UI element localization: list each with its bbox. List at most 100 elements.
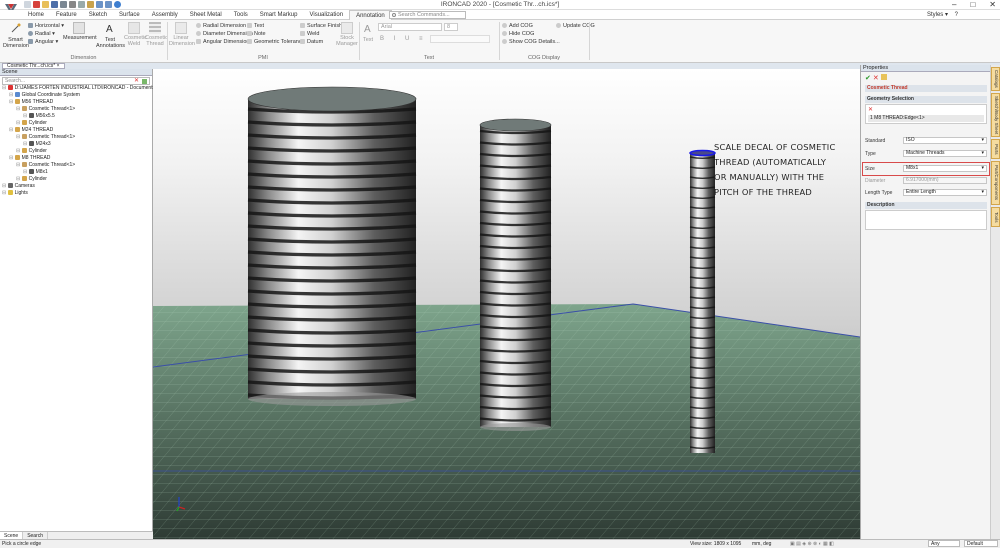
expand-toggle-icon[interactable]: ⊟ [2, 183, 8, 189]
size-select[interactable]: M8x1 ▾ [903, 165, 987, 172]
angular-dim-pmi-button[interactable]: Angular Dimension [196, 39, 249, 45]
expand-toggle-icon[interactable]: ⊟ [9, 127, 15, 133]
tab-feature[interactable]: Feature [50, 10, 83, 20]
tab-smart-markup[interactable]: Smart Markup [254, 10, 304, 20]
weld-button[interactable]: Weld [300, 31, 319, 37]
tree-node[interactable]: ⊟ Global Coordinate System [0, 92, 153, 99]
expand-toggle-icon[interactable]: ⊟ [16, 120, 22, 126]
style-select[interactable]: Default [964, 540, 998, 547]
tree-node[interactable]: ⊟ Cylinder [0, 148, 153, 155]
expand-toggle-icon[interactable]: ⊟ [16, 134, 22, 140]
tree-node[interactable]: ⊟ Cylinder [0, 120, 153, 127]
tab-scene[interactable]: Scene [0, 532, 24, 539]
tab-surface[interactable]: Surface [113, 10, 146, 20]
linear-dimension-button[interactable]: Linear Dimension [169, 22, 195, 47]
tab-sketch-body[interactable]: Sketch/Body Sheet [991, 93, 1000, 137]
ok-check-icon[interactable]: ✔ [865, 75, 871, 82]
cylinder-m56[interactable] [247, 86, 417, 406]
close-icon[interactable]: ✕ [989, 0, 996, 9]
font-select[interactable]: Arial [378, 23, 442, 31]
minimize-icon[interactable]: – [952, 0, 956, 9]
horizontal-dimension-button[interactable]: Horizontal ▾ [28, 23, 64, 29]
clear-search-icon[interactable]: ✕ [134, 78, 139, 84]
cosmetic-thread-button[interactable]: Cosmetic Thread [145, 22, 168, 47]
text-annotations-button[interactable]: A Text Annotations [96, 22, 125, 49]
pin-icon[interactable] [880, 74, 887, 80]
tab-parts[interactable]: Parts [991, 139, 1000, 159]
filter-icon[interactable] [142, 79, 147, 84]
expand-toggle-icon[interactable]: ⊟ [16, 162, 22, 168]
text-style-select[interactable] [430, 35, 490, 43]
pmi-note-button[interactable]: Note [247, 31, 266, 37]
hide-cog-button[interactable]: Hide COG [502, 31, 534, 37]
tab-search[interactable]: Search [23, 532, 49, 539]
tab-tools[interactable]: Tools [228, 10, 254, 20]
tree-node[interactable]: ⊟ M8 THREAD [0, 155, 153, 162]
remove-selection-icon[interactable]: ✕ [868, 106, 873, 113]
expand-toggle-icon[interactable]: ⊟ [23, 113, 29, 119]
smart-dimension-button[interactable]: Smart Dimension [3, 22, 29, 49]
expand-toggle-icon[interactable]: ⊟ [16, 176, 22, 182]
geometry-selection-list[interactable]: ✕ 1 M8 THREAD:Edge<1> [865, 104, 987, 124]
tab-visualization[interactable]: Visualization [303, 10, 349, 20]
radial-dim-pmi-button[interactable]: Radial Dimension [196, 23, 246, 29]
length-type-select[interactable]: Entire Length ▾ [903, 189, 987, 196]
selection-filter-select[interactable]: Any [928, 540, 960, 547]
tab-sketch[interactable]: Sketch [83, 10, 113, 20]
stock-manager-button[interactable]: Stock Manager [336, 22, 358, 47]
measurement-button[interactable]: Measurement [63, 22, 97, 41]
expand-toggle-icon[interactable]: ⊟ [23, 141, 29, 147]
text-button[interactable]: A Text [361, 22, 375, 43]
tree-node[interactable]: ⊟ M24x3 [0, 141, 153, 148]
tab-annotation[interactable]: Annotation [349, 10, 392, 20]
cosmetic-weld-button[interactable]: Cosmetic Weld [124, 22, 147, 47]
tree-node[interactable]: ⊟ Cosmetic Thread<1> [0, 106, 153, 113]
geometry-item[interactable]: 1 M8 THREAD:Edge<1> [868, 115, 984, 122]
tree-node[interactable]: ⊟ Lights [0, 190, 153, 197]
scene-search-input[interactable]: Search... ✕ [2, 77, 150, 85]
tab-home[interactable]: Home [22, 10, 50, 20]
cylinder-m24[interactable] [479, 118, 552, 431]
geometric-tolerance-button[interactable]: Geometric Tolerance [247, 39, 305, 45]
expand-toggle-icon[interactable]: ⊟ [23, 169, 29, 175]
radial-dimension-button[interactable]: Radial ▾ [28, 31, 55, 37]
type-select[interactable]: Machine Threads ▾ [903, 150, 987, 157]
description-header[interactable]: Description [865, 202, 987, 209]
tree-node[interactable]: ⊟ M24 THREAD [0, 127, 153, 134]
tab-sheet-metal[interactable]: Sheet Metal [184, 10, 228, 20]
status-toolbar-icons[interactable]: ▣ ▤ ◈ ⊕ ⊗ ◐ ▦ ◧ [790, 540, 834, 548]
angular-dimension-button[interactable]: Angular ▾ [28, 39, 58, 45]
font-size-select[interactable]: 8 [444, 23, 458, 31]
cylinder-m8[interactable] [689, 149, 716, 454]
3d-viewport[interactable]: SCALE DECAL OF COSMETIC THREAD (AUTOMATI… [153, 69, 860, 539]
styles-menu[interactable]: Styles ▾ ? [927, 11, 958, 18]
tree-node[interactable]: ⊟ Cameras [0, 183, 153, 190]
tree-node[interactable]: ⊟ Cylinder [0, 176, 153, 183]
diameter-dim-pmi-button[interactable]: Diameter Dimension [196, 31, 253, 37]
diameter-field[interactable]: 6.917000(mm) [903, 177, 987, 184]
datum-button[interactable]: Datum [300, 39, 323, 45]
tree-node[interactable]: ⊟ M8x1 [0, 169, 153, 176]
expand-toggle-icon[interactable]: ⊟ [9, 155, 15, 161]
tree-node[interactable]: ⊟ D:\JAMES FORTEN INDUSTRIAL LTD\IRONCAD… [0, 85, 176, 92]
expand-toggle-icon[interactable]: ⊟ [16, 148, 22, 154]
description-field[interactable] [865, 210, 987, 230]
standard-select[interactable]: ISO ▾ [903, 137, 987, 144]
tab-catalogs[interactable]: Catalogs [991, 67, 1000, 91]
tree-node[interactable]: ⊟ M56 THREAD [0, 99, 153, 106]
expand-toggle-icon[interactable]: ⊟ [9, 99, 15, 105]
selected-edge[interactable] [689, 149, 716, 157]
command-search-input[interactable]: Search Commands... [389, 11, 466, 19]
show-cog-details-button[interactable]: Show COG Details... [502, 39, 560, 45]
cancel-x-icon[interactable]: ✕ [873, 75, 879, 82]
tree-node[interactable]: ⊟ Cosmetic Thread<1> [0, 162, 153, 169]
tree-node[interactable]: ⊟ Cosmetic Thread<1> [0, 134, 153, 141]
tab-tools[interactable]: Tools [991, 207, 1000, 227]
expand-toggle-icon[interactable]: ⊟ [2, 85, 8, 91]
expand-toggle-icon[interactable]: ⊟ [2, 190, 8, 196]
add-cog-button[interactable]: Add COG [502, 23, 533, 29]
expand-toggle-icon[interactable]: ⊟ [9, 92, 15, 98]
maximize-icon[interactable]: □ [970, 0, 975, 9]
tree-node[interactable]: ⊟ M56x5.5 [0, 113, 153, 120]
pmi-text-button[interactable]: Text [247, 23, 264, 29]
